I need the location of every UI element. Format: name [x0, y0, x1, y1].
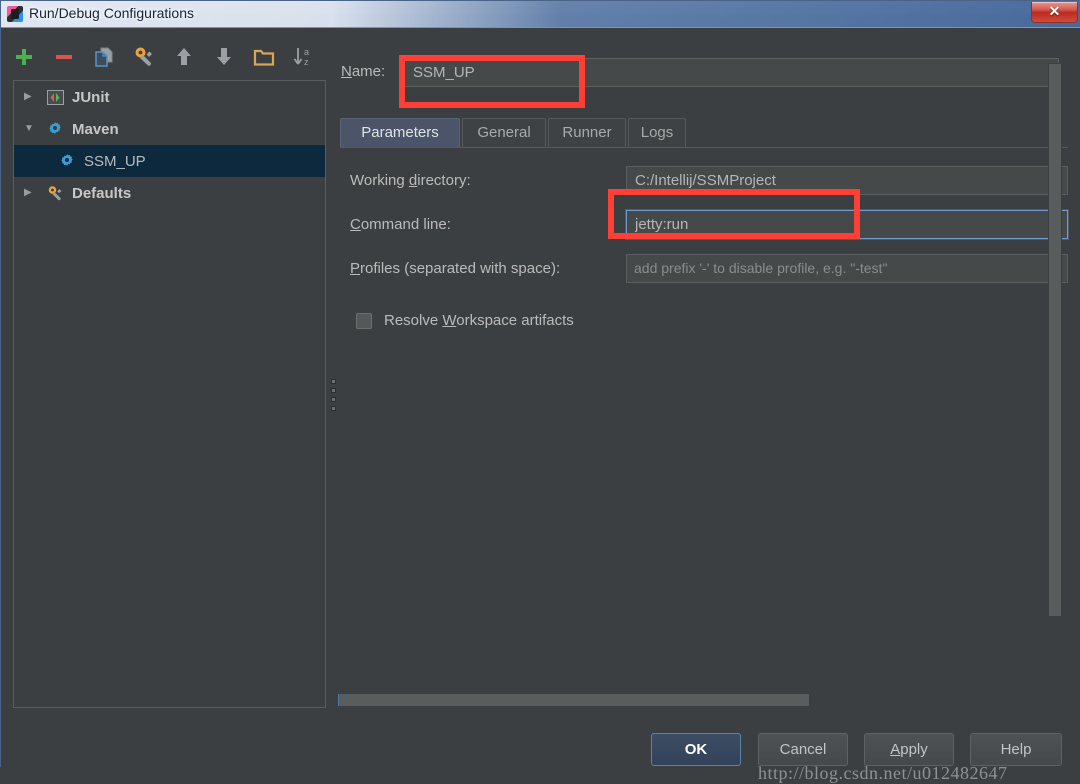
tree-item-label: SSM_UP	[84, 152, 146, 170]
name-input[interactable]	[404, 58, 1059, 87]
profiles-label: Profiles (separated with space):	[350, 260, 560, 277]
move-down-button[interactable]	[209, 42, 239, 74]
cancel-button[interactable]: Cancel	[758, 733, 848, 766]
window-title: Run/Debug Configurations	[29, 5, 194, 21]
sort-az-icon: a z	[293, 47, 309, 67]
window-titlebar: Run/Debug Configurations ✕	[1, 1, 1080, 28]
tab-runner[interactable]: Runner	[548, 118, 626, 148]
tab-general[interactable]: General	[462, 118, 546, 148]
folder-icon	[253, 49, 275, 66]
resolve-workspace-artifacts-checkbox[interactable]: Resolve Workspace artifacts	[356, 312, 574, 329]
edit-defaults-button[interactable]	[129, 42, 159, 74]
vertical-scrollbar-thumb[interactable]	[1049, 64, 1061, 616]
arrow-down-icon	[217, 48, 231, 65]
name-row: Name:	[338, 58, 1068, 88]
tree-item-ssm-up[interactable]: SSM_UP	[14, 145, 325, 177]
watermark-text: http://blog.csdn.net/u012482647	[758, 763, 1008, 783]
panel-splitter[interactable]	[329, 80, 338, 708]
name-label-mnemonic: N	[341, 63, 352, 80]
chevron-right-icon[interactable]: ▶	[24, 92, 44, 102]
working-directory-label-mnemonic: d	[408, 172, 418, 189]
svg-text:a: a	[304, 47, 309, 57]
profiles-label-mnemonic: P	[350, 260, 361, 277]
name-label: Name:	[341, 63, 385, 80]
configurations-tree[interactable]: ▶ JUnit ▼ Maven SSM_UP ▶ Defaults	[13, 80, 326, 708]
junit-icon	[44, 88, 66, 106]
wrench-gear-icon	[44, 184, 66, 202]
configurations-toolbar: a z	[9, 42, 329, 76]
tree-item-label: Maven	[72, 120, 119, 138]
copy-configuration-button[interactable]	[89, 42, 119, 74]
configuration-editor: Name: Parameters General Runner Logs Wor…	[338, 42, 1068, 708]
tab-parameters[interactable]: Parameters	[340, 118, 460, 148]
move-up-button[interactable]	[169, 42, 199, 74]
close-button[interactable]: ✕	[1031, 2, 1078, 23]
apply-button[interactable]: Apply	[864, 733, 954, 766]
arrow-up-icon	[177, 48, 191, 65]
run-debug-configurations-dialog: Run/Debug Configurations ✕ a z ▶ JUnit ▼…	[0, 0, 1080, 783]
close-icon: ✕	[1048, 3, 1061, 19]
profiles-label-suffix: rofiles (separated with space):	[360, 260, 561, 277]
tree-item-label: Defaults	[72, 184, 132, 202]
maven-gear-icon	[56, 152, 78, 170]
tree-item-label: JUnit	[72, 88, 110, 106]
checkbox-box-icon[interactable]	[356, 312, 372, 329]
checkbox-label-suffix: orkspace artifacts	[456, 312, 574, 329]
command-line-label: Command line:	[350, 216, 451, 233]
remove-configuration-button[interactable]	[49, 42, 79, 74]
svg-text:z: z	[304, 57, 309, 67]
checkbox-label-prefix: Resolve	[384, 312, 443, 329]
working-directory-label-suffix: irectory:	[417, 172, 471, 189]
create-folder-button[interactable]	[249, 42, 279, 74]
plus-icon	[16, 49, 32, 65]
working-directory-label: Working directory:	[350, 172, 471, 189]
chevron-right-icon[interactable]: ▶	[24, 188, 44, 198]
dialog-body: a z ▶ JUnit ▼ Maven SSM_UP ▶ Defaults Na…	[1, 28, 1080, 783]
tab-underline	[340, 147, 1068, 148]
editor-tabs: Parameters General Runner Logs	[340, 118, 1068, 148]
command-line-label-suffix: ommand line:	[360, 216, 451, 233]
checkbox-label-mnemonic: W	[442, 312, 457, 329]
minus-icon	[56, 55, 72, 59]
splitter-grip-icon	[330, 375, 337, 417]
apply-button-mnemonic: A	[890, 741, 901, 758]
wrench-gear-icon	[135, 47, 152, 66]
chevron-down-icon[interactable]: ▼	[24, 124, 44, 134]
add-configuration-button[interactable]	[9, 42, 39, 74]
horizontal-scrollbar-thumb[interactable]	[338, 694, 809, 706]
copy-icon	[95, 47, 113, 67]
tree-item-defaults[interactable]: ▶ Defaults	[14, 177, 325, 209]
sort-alphabetically-button[interactable]: a z	[289, 42, 319, 74]
profiles-hint-text: add prefix '-' to disable profile, e.g. …	[634, 260, 888, 276]
intellij-idea-icon	[7, 6, 23, 22]
apply-button-rest: pply	[900, 741, 928, 758]
working-directory-label-prefix: Working	[350, 172, 409, 189]
command-line-label-mnemonic: C	[350, 216, 361, 233]
tree-item-junit[interactable]: ▶ JUnit	[14, 81, 325, 113]
help-button[interactable]: Help	[970, 733, 1062, 766]
maven-gear-icon	[44, 120, 66, 138]
working-directory-input[interactable]	[626, 166, 1068, 195]
dialog-button-bar: OK Cancel Apply Help	[1, 706, 1080, 768]
tab-logs[interactable]: Logs	[628, 118, 686, 148]
ok-button[interactable]: OK	[651, 733, 741, 766]
tree-item-maven[interactable]: ▼ Maven	[14, 113, 325, 145]
name-label-suffix: ame:	[351, 63, 386, 80]
resolve-workspace-artifacts-label: Resolve Workspace artifacts	[384, 312, 574, 329]
command-line-input[interactable]	[626, 210, 1068, 239]
